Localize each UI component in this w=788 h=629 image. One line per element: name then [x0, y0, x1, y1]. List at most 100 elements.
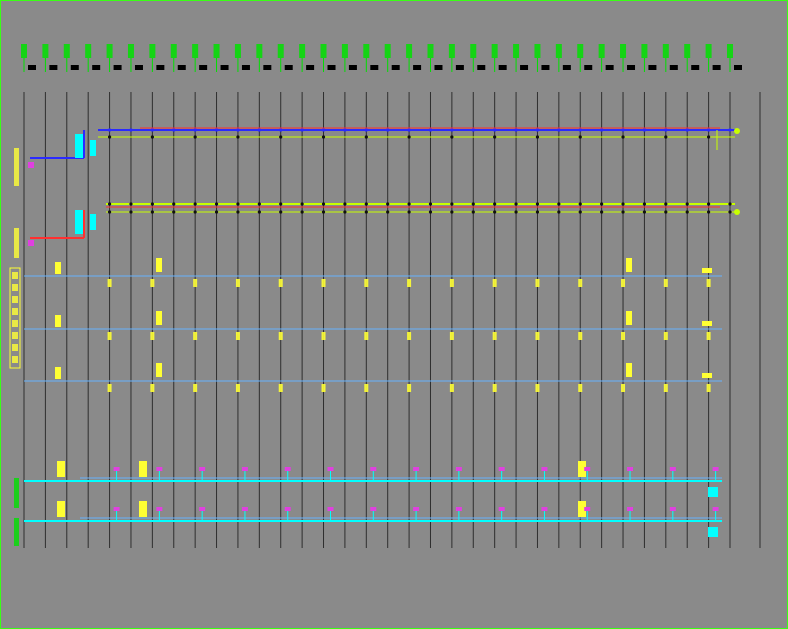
fan-coil-icon [498, 507, 505, 511]
fan-coil-icon [156, 507, 163, 511]
return-main-pipe-node [600, 202, 604, 206]
return-main-pipe-node [707, 202, 711, 206]
return-main-lower-node [193, 210, 197, 214]
supply-main-pipe-node [150, 128, 154, 132]
branch-size-label [407, 384, 412, 392]
supply-main-pipe-node [407, 128, 411, 132]
supply-main-pipe-node [450, 128, 454, 132]
supply-main-pipe-node [300, 128, 304, 132]
return-main-lower-node [621, 210, 625, 214]
fan-coil-icon [413, 507, 420, 511]
supply-main-lower-node [321, 135, 326, 139]
column-tag-mark [192, 44, 199, 58]
supply-main-pipe-node [428, 128, 433, 132]
column-tag-mark [213, 44, 220, 58]
return-main-lower-node [664, 210, 668, 214]
fan-coil-icon [584, 467, 591, 471]
column-tag-block [712, 65, 721, 70]
return-main-pipe-node [578, 202, 582, 206]
valve-icon [28, 240, 34, 246]
column-tag-mark [513, 44, 520, 58]
supply-main-lower-node [236, 135, 240, 139]
branch-size-label [535, 332, 540, 340]
fan-coil-icon [370, 467, 377, 471]
branch-size-label [535, 384, 540, 392]
supply-main-pipe-node [279, 128, 283, 132]
return-main-lower-node [364, 210, 368, 214]
return-main-pipe-node [407, 202, 411, 206]
side-note [14, 478, 19, 508]
return-main-pipe-node [172, 202, 176, 206]
column-tag-mark [727, 44, 733, 58]
cad-drawing-view [0, 0, 788, 629]
column-tag-block [263, 65, 272, 70]
branch-size-label [663, 384, 668, 392]
supply-main-pipe-node [321, 128, 326, 132]
column-tag-block [627, 65, 636, 70]
supply-main-pipe-node [685, 128, 689, 132]
supply-main-lower-node [493, 135, 497, 139]
return-main-pipe-node [428, 202, 433, 206]
return-main-lower-node [257, 210, 261, 214]
supply-main-pipe-node [172, 128, 176, 132]
supply-main-pipe-node [664, 128, 668, 132]
fan-coil-icon [156, 467, 163, 471]
column-tag-block [498, 65, 507, 70]
column-tag-mark [363, 44, 370, 58]
pump-icon [75, 134, 83, 158]
branch-callout [702, 321, 712, 326]
column-tag-mark [427, 44, 434, 58]
supply-main-pipe-node [214, 128, 219, 132]
branch-size-label [706, 279, 711, 287]
return-main-pipe-node [364, 202, 368, 206]
supply-main-pipe-node [557, 128, 561, 132]
column-tag-mark [534, 44, 541, 58]
supply-main-pipe-node [578, 128, 582, 132]
fan-coil-icon [627, 467, 634, 471]
branch-callout [702, 373, 712, 378]
branch-size-label [449, 332, 454, 340]
return-main-lower-node [685, 210, 689, 214]
column-tag-mark [42, 44, 49, 58]
legend-entry [12, 344, 18, 351]
return-main-pipe-node [193, 202, 197, 206]
return-main-lower-node [642, 210, 647, 214]
column-tag-block [199, 65, 208, 70]
terminal-callout [139, 501, 147, 517]
branch-size-label [193, 384, 198, 392]
fan-coil-icon [669, 467, 676, 471]
branch-size-label [278, 279, 283, 287]
column-tag-mark [256, 44, 263, 58]
valve-icon [28, 162, 34, 168]
branch-size-label [407, 279, 412, 287]
column-tag-block [584, 65, 593, 70]
return-main-lower-node [279, 210, 283, 214]
supply-main-lower-node [364, 135, 368, 139]
pipe-labels [9, 148, 712, 546]
supply-main-pipe-node [600, 128, 604, 132]
column-tag-block [156, 65, 165, 70]
column-tag-mark [127, 44, 134, 58]
branch-size-label [235, 332, 240, 340]
branch-callout [626, 258, 632, 272]
supply-main-pipe-node [236, 128, 240, 132]
branch-size-label [578, 384, 583, 392]
return-main-pipe-node [129, 202, 133, 206]
branch-size-label [364, 384, 369, 392]
column-tag-mark [641, 44, 648, 58]
fan-coil-icon [584, 507, 591, 511]
return-main-pipe-node [642, 202, 647, 206]
pump-icon [90, 140, 96, 156]
fan-coil-icon [413, 467, 420, 471]
return-main-lower-node [471, 210, 475, 214]
column-tag-block [691, 65, 700, 70]
branch-callout [156, 363, 162, 377]
supply-main-pipe-node [514, 128, 518, 132]
fan-coil-icon [455, 507, 462, 511]
column-tag-mark [234, 44, 241, 58]
supply-main-pipe-node [535, 128, 540, 132]
return-main-lower-node [578, 210, 582, 214]
column-tag-mark [384, 44, 391, 58]
return-main-lower-node [107, 210, 112, 214]
supply-main-lower-node [578, 135, 582, 139]
